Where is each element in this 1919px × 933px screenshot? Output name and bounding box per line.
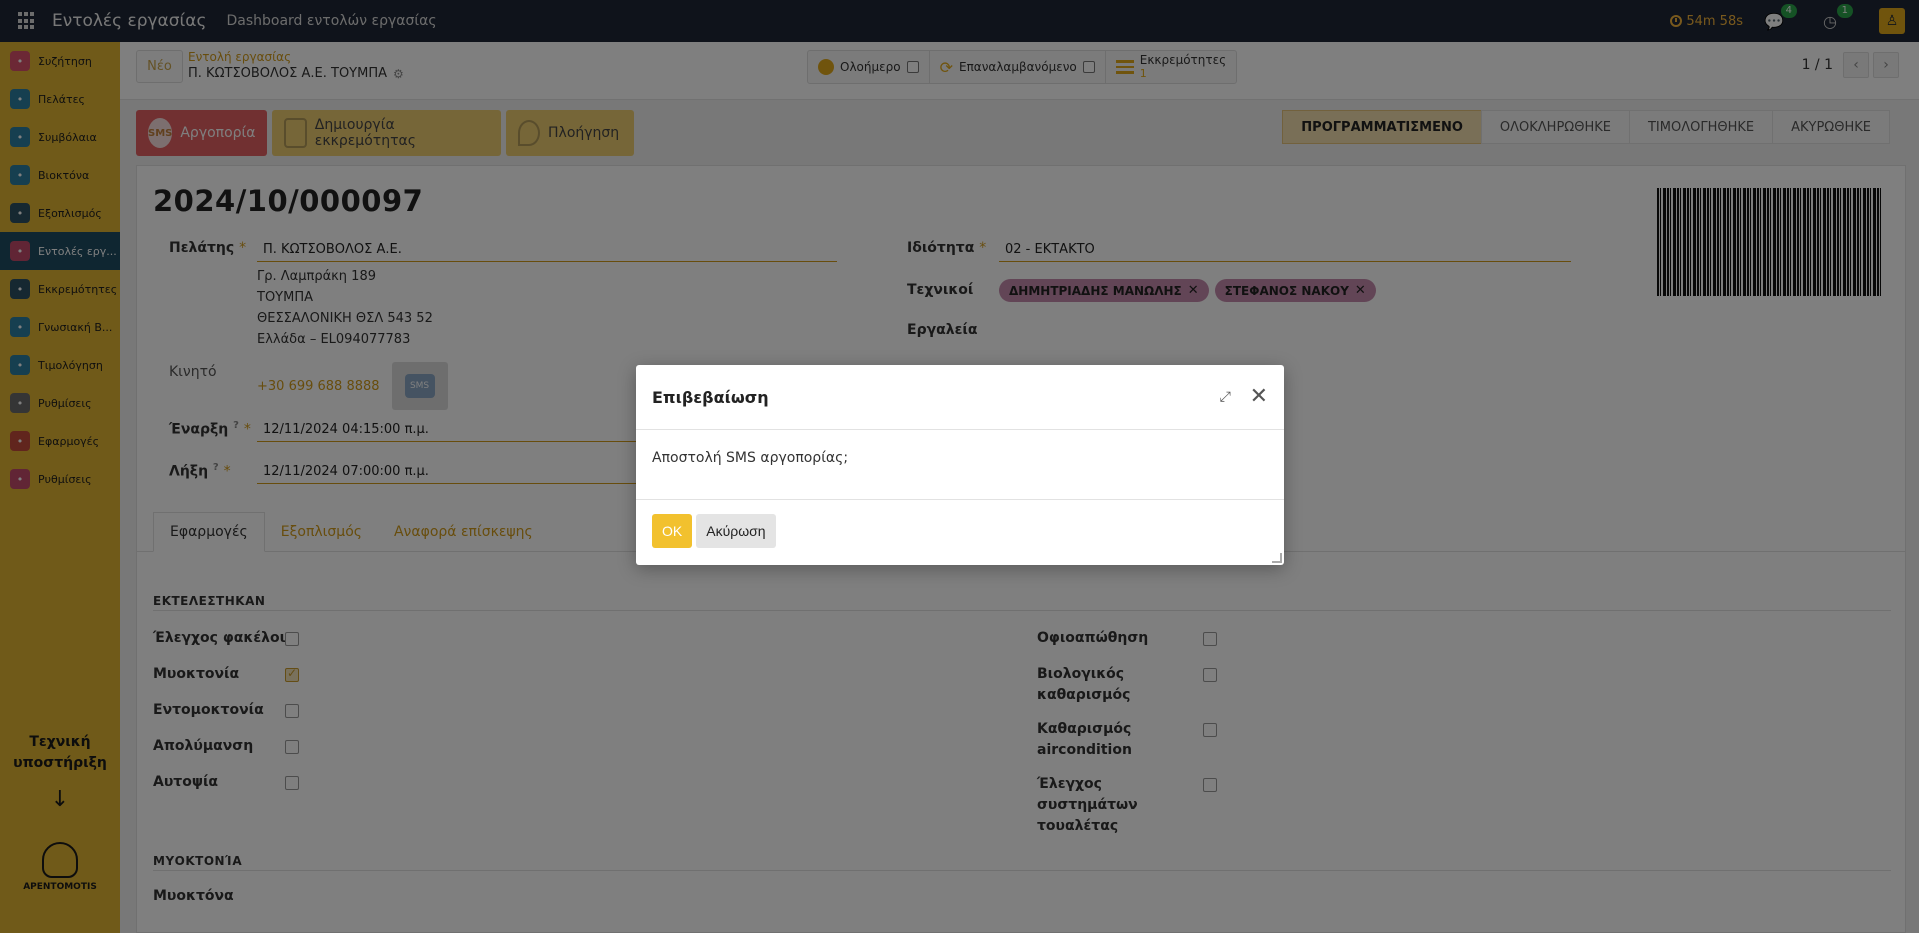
ok-button[interactable]: OK (652, 514, 693, 548)
resize-handle-icon[interactable] (1272, 553, 1282, 563)
confirm-dialog: Επιβεβαίωση ⤢ ✕ Αποστολή SMS αργοπορίας;… (636, 365, 1284, 565)
dialog-header: Επιβεβαίωση ⤢ ✕ (636, 365, 1284, 430)
dialog-title: Επιβεβαίωση (652, 387, 769, 407)
cancel-button[interactable]: Ακύρωση (696, 514, 776, 548)
dialog-footer: OK Ακύρωση (636, 500, 1284, 562)
dialog-body: Αποστολή SMS αργοπορίας; (636, 430, 1284, 500)
close-icon[interactable]: ✕ (1250, 386, 1268, 408)
expand-icon[interactable]: ⤢ (1220, 389, 1236, 405)
